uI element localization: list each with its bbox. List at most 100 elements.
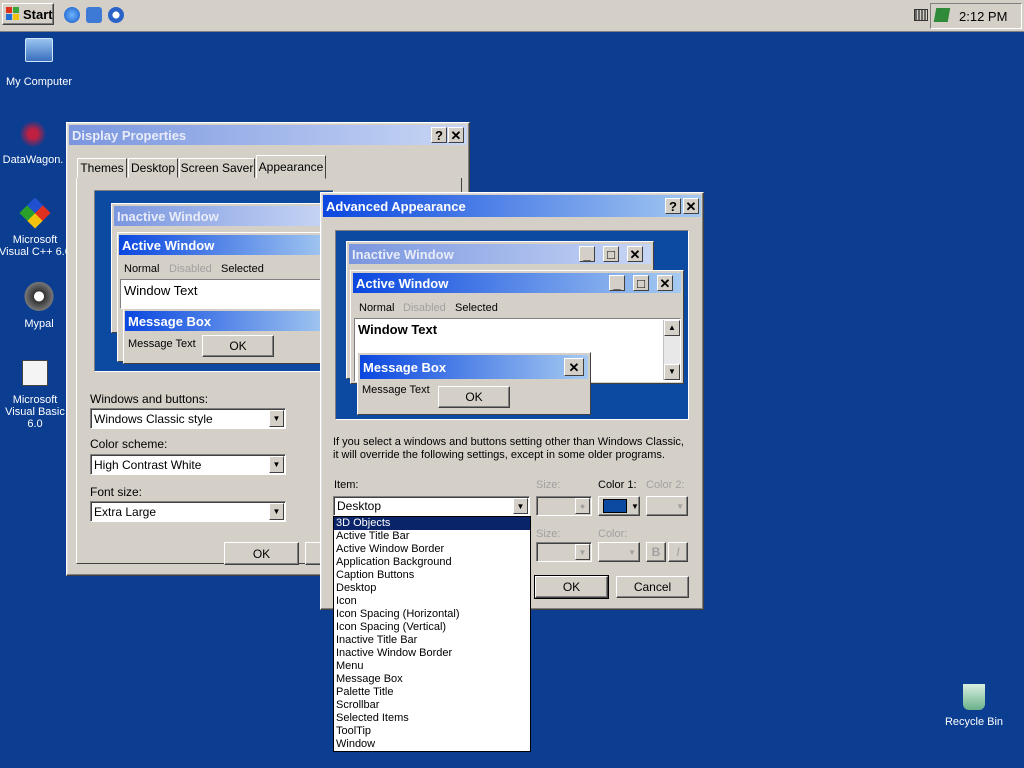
display-ok-button[interactable]: OK [224,542,299,565]
item-option[interactable]: Active Window Border [334,543,530,556]
item-option[interactable]: Menu [334,660,530,673]
item-select[interactable]: Desktop ▼ [333,496,530,516]
internet-explorer-icon[interactable] [64,7,80,23]
advanced-cancel-button[interactable]: Cancel [616,576,689,598]
desktop-icon-label: Mypal [24,318,54,330]
maximize-icon: □ [633,275,649,291]
item-option[interactable]: Active Title Bar [334,530,530,543]
chevron-down-icon[interactable]: ▼ [513,498,528,514]
chevron-down-icon[interactable]: ▼ [269,503,284,520]
info-line-1: If you select a windows and buttons sett… [333,436,684,448]
adv-preview-active-title: Active Window [356,275,449,291]
visual-cpp-icon [19,197,51,229]
item-label: Item: [334,479,359,491]
item-option[interactable]: Window [334,738,530,751]
help-button[interactable]: ? [431,127,447,143]
preview-scrollbar: ▲ ▼ [663,320,680,380]
windows-logo-icon [6,7,19,20]
font-size-select[interactable]: Extra Large ▼ [90,501,286,522]
windows-buttons-label: Windows and buttons: [90,392,209,406]
advanced-ok-button[interactable]: OK [534,575,609,599]
color1-label: Color 1: [598,479,637,491]
scroll-down-icon: ▼ [664,364,680,380]
minimize-icon: _ [579,246,595,262]
item-option[interactable]: Icon Spacing (Horizontal) [334,608,530,621]
color1-picker[interactable]: ▼ [598,496,640,516]
font-color-label: Color: [598,528,628,540]
item-option[interactable]: Inactive Title Bar [334,634,530,647]
item-option[interactable]: Scrollbar [334,699,530,712]
start-label: Start [23,6,53,22]
minimize-icon: _ [609,275,625,291]
adv-preview-message-box: Message Box ✕ Message Text OK [357,352,591,415]
item-option[interactable]: Inactive Window Border [334,647,530,660]
close-icon: ✕ [657,275,673,291]
item-option[interactable]: ToolTip [334,725,530,738]
clock[interactable]: 2:12 PM [959,9,1007,24]
computer-icon [25,38,53,62]
color-scheme-select[interactable]: High Contrast White ▼ [90,454,286,475]
desktop-icon-label: Recycle Bin [944,716,1004,728]
color2-picker[interactable]: ▼ [646,496,688,516]
tab-desktop[interactable]: Desktop [128,158,178,178]
preview-msgbox-titlebar: Message Box [125,311,331,331]
adv-preview-menu-disabled: Disabled [403,302,446,314]
windows-buttons-select[interactable]: Windows Classic style ▼ [90,408,286,429]
color-scheme-value: High Contrast White [94,457,202,472]
desktop-icon-datawagon[interactable]: DataWagon. [0,118,72,166]
preview-window-text: Window Text [120,279,332,309]
size-spinner[interactable]: ◆ [536,496,592,516]
help-button[interactable]: ? [665,198,681,214]
item-option[interactable]: Icon Spacing (Vertical) [334,621,530,634]
item-option[interactable]: Message Box [334,673,530,686]
keyboard-icon[interactable] [914,9,928,21]
item-option[interactable]: Desktop [334,582,530,595]
tab-appearance[interactable]: Appearance [256,155,326,179]
advanced-titlebar[interactable]: Advanced Appearance [323,195,701,217]
chevron-down-icon[interactable]: ▼ [269,456,284,473]
spinner-icon[interactable]: ◆ [575,498,590,514]
item-option[interactable]: Application Background [334,556,530,569]
bold-button[interactable]: B [646,542,666,562]
close-button[interactable]: ✕ [448,127,464,143]
visual-basic-icon [22,360,48,386]
chevron-down-icon[interactable]: ▼ [575,544,590,560]
adv-preview-menu-selected: Selected [455,302,498,314]
desktop-icon-visual-cpp[interactable]: Microsoft Visual C++ 6.0 [0,197,72,258]
item-option[interactable]: Caption Buttons [334,569,530,582]
color-scheme-label: Color scheme: [90,437,168,451]
tab-themes[interactable]: Themes [77,158,127,178]
tab-screen-saver[interactable]: Screen Saver [179,158,255,178]
adv-preview-active-titlebar: Active Window [353,273,681,293]
chevron-down-icon[interactable]: ▼ [269,410,284,427]
item-option[interactable]: 3D Objects [334,517,530,530]
datawagon-icon [17,118,49,150]
desktop-icon-label: DataWagon. [2,154,64,166]
item-option[interactable]: Icon [334,595,530,608]
adv-preview-msgbox-titlebar: Message Box [360,355,588,379]
chevron-down-icon: ▼ [631,501,639,511]
font-size-label: Font size: [90,485,143,499]
adv-preview-window-text-label: Window Text [358,322,438,337]
raccoon-icon [23,282,55,314]
media-player-icon[interactable] [108,7,124,23]
desktop-icon-visual-basic[interactable]: Microsoft Visual Basic 6.0 [0,360,72,430]
desktop-icon-my-computer[interactable]: My Computer [0,38,78,88]
item-option[interactable]: Selected Items [334,712,530,725]
item-option[interactable]: Palette Title [334,686,530,699]
desktop-icon-recycle-bin[interactable]: Recycle Bin [935,684,1013,728]
recycle-bin-icon [963,684,985,710]
start-button[interactable]: Start [2,3,54,25]
close-icon: ✕ [627,246,643,262]
preview-message-box: Message Box Message Text OK [123,308,333,364]
adv-preview-inactive-title: Inactive Window [352,246,454,262]
show-desktop-icon[interactable] [86,7,102,23]
italic-button[interactable]: I [668,542,688,562]
display-properties-titlebar[interactable]: Display Properties [69,125,467,145]
desktop-icon-label: Microsoft Visual Basic 6.0 [5,394,65,430]
font-size-select[interactable]: ▼ [536,542,592,562]
desktop-icon-label: Microsoft Visual C++ 6.0 [0,234,71,258]
network-icon[interactable] [933,8,951,22]
close-button[interactable]: ✕ [683,198,699,214]
font-color-picker[interactable]: ▼ [598,542,640,562]
